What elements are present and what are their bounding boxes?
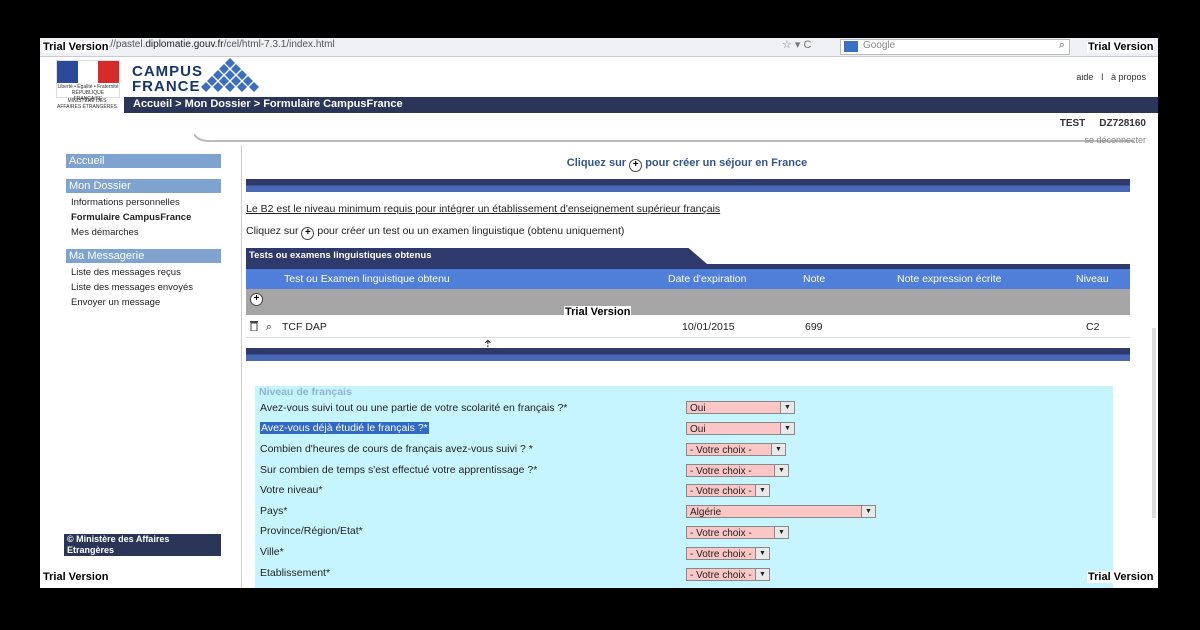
select-heures[interactable]: - Votre choix - ▼	[686, 443, 786, 456]
sidebar-item-formulaire[interactable]: Formulaire CampusFrance	[71, 212, 191, 223]
link-separator: I	[1100, 72, 1104, 82]
reload-icon[interactable]: ☆ ▾ C	[782, 38, 811, 51]
trial-watermark: Trial Version	[42, 41, 110, 53]
trial-watermark: Trial Version	[1087, 571, 1155, 583]
field-label-scolarite: Avez-vous suivi tout ou une partie de vo…	[260, 402, 568, 414]
field-label-pays: Pays*	[260, 505, 288, 517]
cell-note: 699	[805, 321, 823, 333]
cell-niveau: C2	[1086, 321, 1100, 333]
column-header-niveau: Niveau	[1076, 273, 1109, 285]
mouse-cursor-icon: ⇡	[482, 337, 494, 353]
select-scolarite[interactable]: Oui ▼	[686, 401, 795, 414]
b2-notice: Le B2 est le niveau minimum requis pour …	[246, 203, 721, 215]
sidebar-item-messages-envoyes[interactable]: Liste des messages envoyés	[71, 282, 193, 293]
field-label-ville: Ville*	[260, 546, 284, 558]
select-etudie-francais[interactable]: Oui ▼	[686, 422, 795, 435]
niveau-francais-form: Niveau de français Avez-vous suivi tout …	[255, 386, 1113, 588]
sidebar-item-messages-recus[interactable]: Liste des messages reçus	[71, 267, 181, 278]
trash-icon[interactable]	[250, 320, 258, 331]
search-icon[interactable]: ⌕	[1059, 39, 1065, 52]
chevron-down-icon[interactable]: ▼	[771, 444, 785, 455]
url-text[interactable]: ...//pastel.diplomatie.gouv.fr/cel/html-…	[102, 39, 335, 50]
sidebar-item-demarches[interactable]: Mes démarches	[71, 227, 139, 238]
create-test-hint: Cliquez sur + pour créer un test ou un e…	[246, 225, 625, 240]
select-etablissement[interactable]: - Votre choix - ▼	[686, 568, 770, 581]
add-test-icon[interactable]: +	[301, 227, 315, 240]
sidebar-messagerie-title[interactable]: Ma Messagerie	[66, 249, 221, 263]
column-header-expiration: Date d'expiration	[668, 273, 747, 285]
copyright-footer: © Ministère des Affaires Etrangères	[64, 534, 221, 556]
view-icon[interactable]: ⌕	[266, 321, 272, 334]
trial-watermark: Trial Version	[1087, 41, 1155, 53]
cell-expiration: 10/01/2015	[682, 321, 735, 333]
section-divider	[246, 348, 1130, 361]
help-link[interactable]: aide	[1076, 72, 1093, 82]
select-niveau[interactable]: - Votre choix - ▼	[686, 484, 770, 497]
add-sejour-icon[interactable]: +	[629, 159, 643, 172]
google-icon	[844, 41, 858, 52]
search-input[interactable]: Google ⌕	[840, 39, 1070, 55]
select-province[interactable]: - Votre choix - ▼	[686, 526, 789, 539]
column-header-note-ecrite: Note expression écrite	[897, 273, 1002, 285]
create-sejour-hint: Cliquez sur + pour créer un séjour en Fr…	[566, 157, 808, 172]
campus-france-logo: CAMPUS FRANCE	[132, 63, 204, 95]
chevron-down-icon[interactable]: ▼	[780, 423, 794, 434]
chevron-down-icon[interactable]: ▼	[755, 569, 769, 580]
cell-test: TCF DAP	[282, 321, 327, 333]
sidebar-item-infos-personnelles[interactable]: Informations personnelles	[71, 197, 180, 208]
form-legend: Niveau de français	[259, 386, 352, 398]
table-header: Test ou Examen linguistique obtenu Date …	[246, 269, 1130, 289]
ministere-label: MINISTÈRE DES AFFAIRES ÉTRANGÈRES	[56, 98, 117, 110]
field-label-duree: Sur combien de temps s'est effectué votr…	[260, 464, 538, 476]
logout-link[interactable]: se déconnecter	[1084, 135, 1146, 145]
select-duree[interactable]: - Votre choix - ▼	[686, 464, 789, 477]
field-label-etablissement: Etablissement*	[260, 567, 331, 579]
field-label-niveau: Votre niveau*	[260, 484, 323, 496]
table-row: ⌕ TCF DAP 10/01/2015 699 C2	[246, 317, 1130, 338]
column-header-note: Note	[803, 273, 826, 285]
column-header-test: Test ou Examen linguistique obtenu	[284, 273, 450, 285]
add-row-icon[interactable]: +	[250, 293, 263, 306]
user-info: TEST DZ728160	[1059, 118, 1146, 129]
breadcrumb-bar: Accueil > Mon Dossier > Formulaire Campu…	[124, 97, 1158, 113]
select-ville[interactable]: - Votre choix - ▼	[686, 547, 770, 560]
chevron-down-icon[interactable]: ▼	[780, 402, 794, 413]
sidebar-item-envoyer-message[interactable]: Envoyer un message	[71, 297, 160, 308]
chevron-down-icon[interactable]: ▼	[755, 548, 769, 559]
sidebar-dossier-title[interactable]: Mon Dossier	[66, 179, 221, 193]
campus-france-diamond-icon	[201, 58, 259, 92]
top-links: aide I à propos	[1071, 72, 1146, 82]
section-divider	[246, 179, 1130, 192]
add-test-row: +	[246, 289, 1130, 315]
field-label-heures: Combien d'heures de cours de français av…	[260, 443, 533, 455]
trial-watermark: Trial Version	[564, 306, 632, 318]
breadcrumb[interactable]: Accueil > Mon Dossier > Formulaire Campu…	[133, 98, 403, 110]
header-curve-decoration	[194, 133, 1134, 142]
main-content: Cliquez sur + pour créer un séjour en Fr…	[241, 145, 1132, 588]
field-label-province: Province/Région/Etat*	[260, 525, 363, 537]
select-pays[interactable]: Algérie ▼	[686, 505, 876, 518]
chevron-down-icon[interactable]: ▼	[774, 465, 788, 476]
field-label-etudie-francais: Avez-vous déjà étudié le français ?*	[260, 422, 429, 434]
about-link[interactable]: à propos	[1111, 72, 1146, 82]
tab-tests-linguistiques[interactable]: Tests ou examens linguistiques obtenus	[246, 248, 707, 264]
republique-francaise-logo: Liberté • Égalité • Fraternité RÉPUBLIQU…	[56, 60, 120, 102]
address-bar[interactable]: ...//pastel.diplomatie.gouv.fr/cel/html-…	[40, 38, 1158, 57]
trial-watermark: Trial Version	[42, 571, 110, 583]
chevron-down-icon[interactable]: ▼	[755, 485, 769, 496]
chevron-down-icon[interactable]: ▼	[774, 527, 788, 538]
scrollbar[interactable]	[1152, 328, 1156, 518]
sidebar-home[interactable]: Accueil	[66, 154, 221, 168]
chevron-down-icon[interactable]: ▼	[861, 506, 875, 517]
